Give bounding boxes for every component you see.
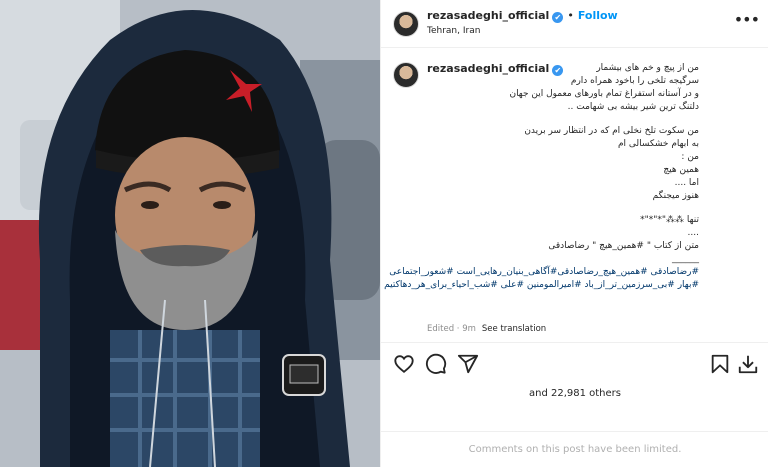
avatar[interactable] xyxy=(393,11,419,37)
caption-section: rezasadeghi_official ✔ من از پیچ و خم های… xyxy=(381,52,768,342)
caption-line: من سکوت تلخ نخلی ام که در انتظار سر برید… xyxy=(524,126,699,136)
caption-line: متن از کتاب " #همین_هیچ " رضاصادقی xyxy=(548,241,699,251)
comments-limited-notice: Comments on this post have been limited. xyxy=(381,431,768,467)
separator-dot: • xyxy=(567,9,574,22)
location-link[interactable]: Tehran, Iran xyxy=(427,26,480,36)
send-icon[interactable] xyxy=(457,353,479,375)
caption-line: ______ xyxy=(672,254,699,264)
caption-line: تنها ⁂⁂"*"*"* xyxy=(640,215,699,225)
caption-line: هنوز میجنگم xyxy=(652,191,699,201)
download-icon[interactable] xyxy=(737,353,759,375)
see-translation-link[interactable]: See translation xyxy=(482,324,546,334)
follow-button[interactable]: Follow xyxy=(578,9,618,22)
caption-line: .... xyxy=(687,228,699,238)
edited-timestamp: Edited · 9m xyxy=(427,324,476,334)
caption-line: همین هیچ xyxy=(663,165,699,175)
heart-icon[interactable] xyxy=(393,353,415,375)
caption-line: اما .... xyxy=(674,178,699,188)
caption-line: و در آستانه استفراغ تمام باورهای معمول ا… xyxy=(509,89,699,99)
post-header: rezasadeghi_official ✔ • Follow Tehran, Ira… xyxy=(381,0,768,48)
instagram-post: rezasadeghi_official ✔ • Follow Tehran, Ira… xyxy=(0,0,768,467)
username-link[interactable]: rezasadeghi_official xyxy=(427,9,549,22)
post-photo[interactable] xyxy=(0,0,380,467)
caption-text: من از پیچ و خم های بیشمار سرگیجه تلخی را… xyxy=(384,62,699,292)
bookmark-icon[interactable] xyxy=(709,353,731,375)
portrait-illustration xyxy=(0,0,380,467)
likes-count[interactable]: and 22,981 others xyxy=(381,388,768,399)
ellipsis-icon[interactable]: ••• xyxy=(734,10,760,29)
hashtag-line[interactable]: #رضاصادقی #همین_هیچ_رضاصادقی#آگاهی_بنیان… xyxy=(389,266,699,279)
caption-line: دلتنگ ترین شیر بیشه بی شهامت .. xyxy=(567,102,699,112)
comment-icon[interactable] xyxy=(425,353,447,375)
caption-meta: Edited · 9m See translation xyxy=(427,324,546,334)
caption-line: من : xyxy=(681,152,699,162)
caption-line: من از پیچ و خم های بیشمار xyxy=(596,63,699,73)
caption-line: سرگیجه تلخی را باخود همراه دارم xyxy=(570,76,699,86)
username-row: rezasadeghi_official ✔ • Follow xyxy=(427,9,618,23)
verified-badge-icon: ✔ xyxy=(552,12,564,23)
hashtag-line[interactable]: #بهار #بی_سرزمین_تر_از_باد #امیرالمومنین… xyxy=(384,279,699,292)
caption-avatar[interactable] xyxy=(393,62,419,88)
post-side-panel: rezasadeghi_official ✔ • Follow Tehran, Ira… xyxy=(380,0,768,467)
action-bar xyxy=(381,342,768,382)
caption-line: به ابهام خشکسالی ام xyxy=(617,139,699,149)
